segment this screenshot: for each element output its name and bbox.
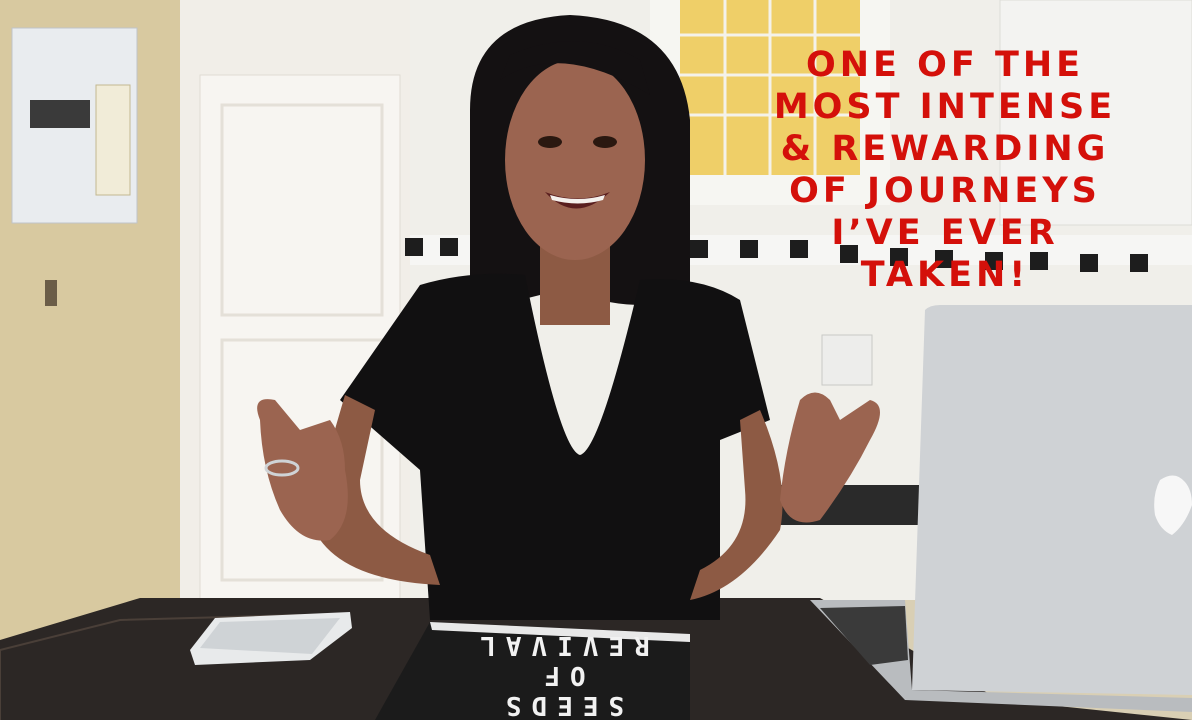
fuse-box-meter xyxy=(95,84,131,196)
left-eye xyxy=(538,136,562,148)
book-title: SEEDS OF REVIVAL xyxy=(440,630,680,720)
caption-line: I’VE EVER xyxy=(831,213,1059,253)
caption-line: OF JOURNEYS xyxy=(789,171,1101,211)
book-title-line: OF xyxy=(534,660,586,690)
caption-line: MOST INTENSE xyxy=(773,87,1117,127)
caption-line: TAKEN! xyxy=(860,255,1030,295)
laptop-lid xyxy=(912,305,1192,695)
book-title-line: SEEDS xyxy=(495,690,625,720)
fuse-box-switches xyxy=(30,100,90,128)
book-title-line: REVIVAL xyxy=(470,630,650,660)
wall-hook xyxy=(45,280,57,306)
caption-line: ONE OF THE xyxy=(805,45,1085,85)
face xyxy=(505,60,645,260)
caption-line: & REWARDING xyxy=(780,129,1110,169)
overlay-caption: ONE OF THE MOST INTENSE & REWARDING OF J… xyxy=(745,44,1145,296)
right-eye xyxy=(593,136,617,148)
video-frame: ONE OF THE MOST INTENSE & REWARDING OF J… xyxy=(0,0,1192,720)
wall-socket xyxy=(821,334,873,386)
